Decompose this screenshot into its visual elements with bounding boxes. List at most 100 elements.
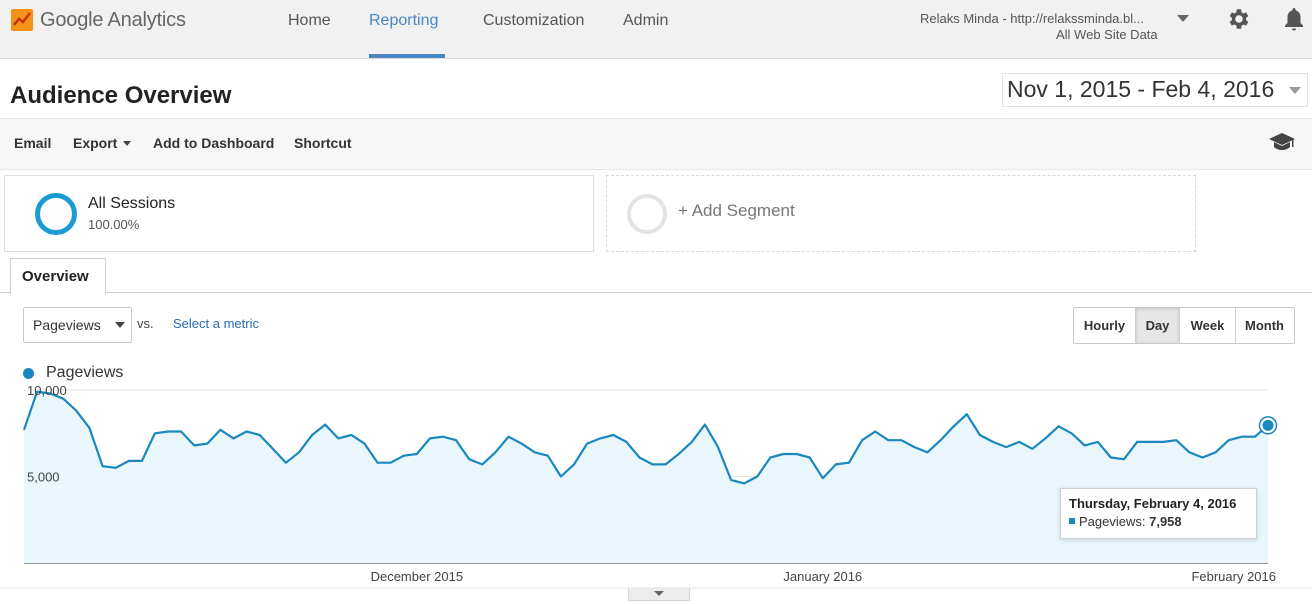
google-analytics-logo[interactable]: Google Analytics xyxy=(10,6,186,34)
nav-home[interactable]: Home xyxy=(288,12,331,32)
nav-admin[interactable]: Admin xyxy=(623,12,668,32)
data-point xyxy=(847,461,851,465)
data-point xyxy=(533,450,537,454)
metric-select[interactable]: Pageviews xyxy=(23,307,132,343)
data-point xyxy=(467,457,471,461)
export-button[interactable]: Export xyxy=(73,135,117,151)
data-point xyxy=(546,454,550,458)
add-to-dashboard-button[interactable]: Add to Dashboard xyxy=(153,135,274,151)
granularity-month-button[interactable]: Month xyxy=(1236,308,1293,343)
page-title: Audience Overview xyxy=(10,82,232,109)
data-point xyxy=(1240,435,1244,439)
x-tick-label: January 2016 xyxy=(783,569,862,584)
data-point xyxy=(179,430,183,434)
tooltip-metric-label: Pageviews: xyxy=(1079,514,1146,529)
chart-tooltip: Thursday, February 4, 2016 Pageviews: 7,… xyxy=(1060,488,1257,539)
data-point xyxy=(1201,455,1205,459)
empty-segment-ring-icon xyxy=(627,194,667,234)
data-point xyxy=(926,450,930,454)
x-tick-label: December 2015 xyxy=(371,569,464,584)
data-point xyxy=(952,424,956,428)
gear-icon[interactable] xyxy=(1225,6,1251,32)
data-point xyxy=(74,409,78,413)
data-point xyxy=(1083,443,1087,447)
tab-divider xyxy=(0,292,1312,293)
data-point xyxy=(1043,436,1047,440)
data-point xyxy=(1122,457,1126,461)
granularity-day-button[interactable]: Day xyxy=(1136,308,1180,343)
data-point xyxy=(520,442,524,446)
data-point xyxy=(1187,450,1191,454)
data-point xyxy=(860,438,864,442)
data-point xyxy=(153,431,157,435)
data-point xyxy=(232,436,236,440)
segment-all-sessions[interactable]: All Sessions 100.00% xyxy=(4,175,594,252)
data-point xyxy=(258,433,262,437)
data-point xyxy=(729,478,733,482)
granularity-hourly-button[interactable]: Hourly xyxy=(1074,308,1136,343)
data-point xyxy=(1174,438,1178,442)
nav-reporting[interactable]: Reporting xyxy=(369,12,438,32)
data-point xyxy=(493,450,497,454)
account-view[interactable]: All Web Site Data xyxy=(1056,27,1158,42)
data-point xyxy=(1109,455,1113,459)
data-point xyxy=(441,435,445,439)
data-point xyxy=(297,450,301,454)
graduation-cap-icon[interactable] xyxy=(1268,131,1296,153)
shortcut-button[interactable]: Shortcut xyxy=(294,135,352,151)
data-point xyxy=(389,461,393,465)
data-point xyxy=(559,475,563,479)
data-point xyxy=(690,440,694,444)
chevron-down-icon xyxy=(1289,87,1301,94)
data-point xyxy=(768,455,772,459)
data-point xyxy=(1227,438,1231,442)
data-point xyxy=(166,430,170,434)
analytics-logo-icon xyxy=(11,9,33,31)
nav-customization[interactable]: Customization xyxy=(483,12,584,32)
data-point xyxy=(808,455,812,459)
chevron-down-icon xyxy=(115,322,125,328)
data-point xyxy=(87,426,91,430)
data-point xyxy=(48,391,52,395)
granularity-week-button[interactable]: Week xyxy=(1180,308,1236,343)
date-range-picker[interactable]: Nov 1, 2015 - Feb 4, 2016 xyxy=(1002,73,1308,107)
data-point xyxy=(1161,440,1165,444)
data-point xyxy=(35,390,39,394)
data-point xyxy=(677,452,681,456)
data-point xyxy=(127,459,131,463)
data-point xyxy=(284,461,288,465)
add-segment-button[interactable]: + Add Segment xyxy=(606,175,1196,252)
account-dropdown-caret-icon[interactable] xyxy=(1177,15,1189,22)
data-point xyxy=(1253,435,1257,439)
data-point xyxy=(624,440,628,444)
metric-select-value: Pageviews xyxy=(33,317,101,333)
data-point xyxy=(22,428,26,432)
tooltip-metric: Pageviews: 7,958 xyxy=(1079,514,1182,529)
data-point xyxy=(651,462,655,466)
date-range-text: Nov 1, 2015 - Feb 4, 2016 xyxy=(1007,76,1275,102)
email-button[interactable]: Email xyxy=(14,135,51,151)
granularity-toggle: Hourly Day Week Month xyxy=(1073,307,1295,344)
data-point xyxy=(664,462,668,466)
select-metric-link[interactable]: Select a metric xyxy=(173,316,259,331)
data-point xyxy=(1017,440,1021,444)
data-point xyxy=(703,423,707,427)
export-caret-icon[interactable] xyxy=(123,141,131,146)
tab-overview[interactable]: Overview xyxy=(10,258,106,295)
data-point xyxy=(755,475,759,479)
data-point xyxy=(336,436,340,440)
report-action-bar: Email Export Add to Dashboard Shortcut xyxy=(0,118,1312,170)
chart-expand-handle[interactable] xyxy=(628,588,690,601)
data-point xyxy=(362,442,366,446)
segment-color-ring-icon xyxy=(35,193,77,235)
account-name[interactable]: Relaks Minda - http://relakssminda.bl... xyxy=(920,11,1170,26)
data-point xyxy=(323,423,327,427)
data-point xyxy=(886,438,890,442)
data-point xyxy=(1096,440,1100,444)
tab-overview-label: Overview xyxy=(22,268,89,285)
data-point xyxy=(454,438,458,442)
segment-label: All Sessions xyxy=(88,195,176,212)
bell-icon[interactable] xyxy=(1282,6,1306,32)
data-point xyxy=(480,462,484,466)
data-point xyxy=(795,452,799,456)
